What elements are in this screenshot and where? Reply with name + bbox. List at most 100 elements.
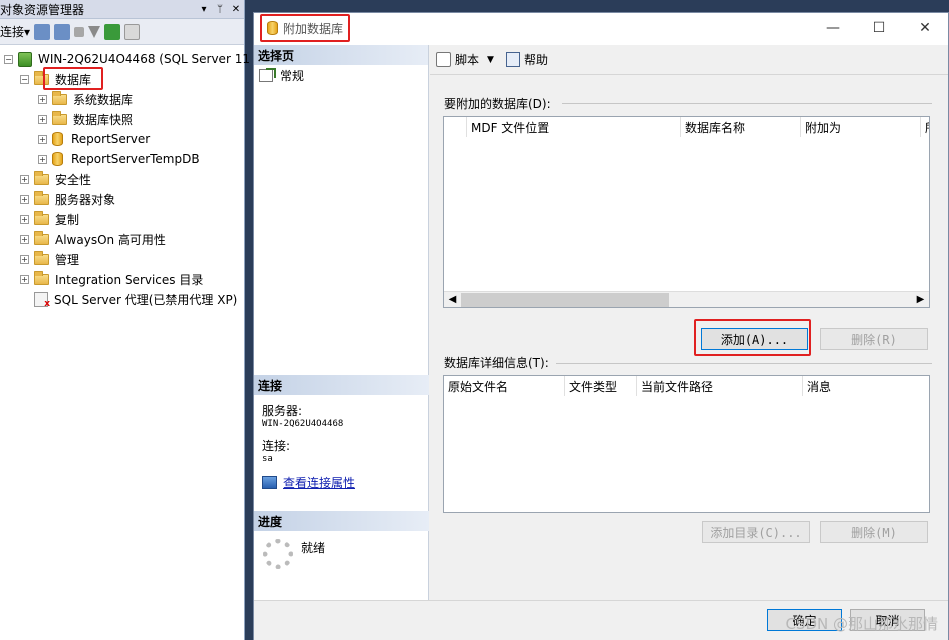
close-button[interactable]: ✕	[902, 13, 948, 43]
connection-header: 连接	[254, 375, 429, 395]
folder-icon	[34, 170, 49, 185]
pin-icon[interactable]: ▾	[196, 4, 212, 15]
remove-detail-button[interactable]: 删除(M)	[820, 521, 928, 543]
object-explorer-titlebar: 对象资源管理器 ▾ ᛘ ✕	[0, 0, 244, 19]
page-item-general[interactable]: 常规	[254, 65, 428, 85]
column-header[interactable]: MDF 文件位置	[466, 117, 680, 137]
help-button[interactable]: 帮助	[505, 51, 548, 68]
maximize-button[interactable]: ☐	[856, 13, 902, 43]
attach-databases-grid[interactable]: MDF 文件位置 数据库名称 附加为 所 ◀ ▶	[443, 116, 930, 308]
server-value: WIN-2Q62U4O4468	[262, 419, 344, 429]
group-separator	[556, 363, 932, 364]
horizontal-scrollbar[interactable]: ◀ ▶	[444, 291, 929, 307]
database-icon	[52, 152, 63, 166]
help-icon	[505, 52, 520, 67]
script-dropdown-icon[interactable]: ▼	[487, 55, 494, 65]
tree-node-label: ReportServer	[71, 132, 151, 146]
tree-node-server-objects[interactable]: + 服务器对象	[0, 189, 244, 209]
tree-node-system-databases[interactable]: + 系统数据库	[0, 89, 244, 109]
progress-spinner-icon	[263, 539, 293, 569]
link-label: 查看连接属性	[283, 476, 356, 490]
column-header[interactable]: 当前文件路径	[636, 376, 802, 396]
expand-icon[interactable]: +	[20, 194, 29, 204]
disconnect-icon[interactable]	[54, 23, 71, 40]
scroll-left-icon[interactable]: ◀	[444, 294, 461, 305]
database-icon	[52, 132, 63, 146]
folder-icon	[52, 90, 67, 105]
expand-icon[interactable]: +	[20, 174, 29, 184]
dialog-title: 附加数据库	[283, 21, 344, 36]
progress-header: 进度	[254, 511, 429, 531]
script-icon	[436, 52, 451, 67]
attach-database-dialog: 附加数据库 — ☐ ✕ 选择页 常规 连接 服务器: WIN-2Q62U4O44…	[253, 12, 949, 640]
tree-node-databases[interactable]: − 数据库	[0, 67, 244, 90]
tree-node-integration-services[interactable]: + Integration Services 目录	[0, 269, 244, 289]
expand-icon[interactable]: +	[20, 254, 29, 264]
tree-node-label: 安全性	[55, 172, 92, 187]
tree-node-sql-agent[interactable]: SQL Server 代理(已禁用代理 XP)	[0, 289, 244, 309]
expand-icon[interactable]: +	[20, 234, 29, 244]
tree-node-alwayson[interactable]: + AlwaysOn 高可用性	[0, 229, 244, 249]
script-button[interactable]: 脚本	[436, 51, 479, 68]
grid-header: MDF 文件位置 数据库名称 附加为 所	[444, 117, 929, 137]
folder-icon	[34, 210, 49, 225]
connection-value: sa	[262, 454, 273, 464]
folder-icon	[34, 230, 49, 245]
close-icon[interactable]: ✕	[228, 4, 244, 15]
progress-section: 进度 就绪	[254, 511, 429, 577]
remove-button[interactable]: 删除(R)	[820, 328, 928, 350]
script-label: 脚本	[455, 53, 480, 67]
dialog-left-pane: 选择页 常规 连接 服务器: WIN-2Q62U4O4468 连接: sa 查看…	[254, 45, 429, 600]
stop-icon[interactable]	[74, 26, 85, 37]
auto-hide-icon[interactable]: ᛘ	[212, 4, 228, 15]
expand-icon[interactable]: +	[38, 114, 47, 124]
dialog-footer: 确定 取消 CSDN @那山那水那情	[254, 600, 948, 640]
connect-button[interactable]: 连接▾	[0, 23, 30, 40]
dialog-right-pane: 脚本 ▼ 帮助 要附加的数据库(D): MDF 文件位置 数据库名称 附加为 所…	[430, 45, 948, 600]
scroll-right-icon[interactable]: ▶	[912, 294, 929, 305]
collapse-icon[interactable]: −	[4, 54, 13, 64]
view-connection-properties-link[interactable]: 查看连接属性	[262, 474, 421, 491]
select-page-header: 选择页	[254, 45, 428, 65]
dialog-titlebar: 附加数据库 — ☐ ✕	[254, 13, 948, 45]
connect-object-icon[interactable]	[34, 23, 51, 40]
filter-icon[interactable]	[88, 25, 101, 38]
tree-node-label: 数据库快照	[73, 112, 134, 127]
add-catalog-button[interactable]: 添加目录(C)...	[702, 521, 810, 543]
tree-node-management[interactable]: + 管理	[0, 249, 244, 269]
database-details-grid[interactable]: 原始文件名 文件类型 当前文件路径 消息	[443, 375, 930, 513]
minimize-button[interactable]: —	[810, 13, 856, 43]
column-header[interactable]: 文件类型	[564, 376, 636, 396]
tree-node-server[interactable]: − WIN-2Q62U4O4468 (SQL Server 11	[0, 49, 250, 69]
expand-icon[interactable]: +	[38, 134, 47, 144]
tree-node-label: 管理	[55, 252, 80, 267]
refresh-icon[interactable]	[104, 23, 121, 40]
progress-status: 就绪	[301, 541, 326, 555]
tree-node-snapshots[interactable]: + 数据库快照	[0, 109, 244, 129]
tree-node-reportservertempdb[interactable]: + ReportServerTempDB	[0, 149, 244, 169]
column-header[interactable]: 所	[920, 117, 929, 137]
details-group-label: 数据库详细信息(T):	[444, 356, 549, 370]
tree-node-replication[interactable]: + 复制	[0, 209, 244, 229]
expand-icon[interactable]: +	[38, 94, 47, 104]
expand-icon[interactable]: +	[38, 154, 47, 164]
column-header[interactable]: 附加为	[800, 117, 920, 137]
tree-node-label: 系统数据库	[73, 92, 134, 107]
tree-node-security[interactable]: + 安全性	[0, 169, 244, 189]
collapse-icon[interactable]: −	[20, 74, 29, 84]
server-label: 服务器:	[262, 404, 303, 418]
expand-icon[interactable]: +	[20, 274, 29, 284]
expand-icon[interactable]: +	[20, 214, 29, 224]
help-label: 帮助	[523, 53, 548, 67]
summary-icon[interactable]	[124, 23, 141, 40]
scroll-thumb[interactable]	[461, 292, 669, 307]
databases-label: 数据库	[55, 72, 92, 87]
column-header[interactable]: 数据库名称	[680, 117, 800, 137]
column-header[interactable]: 原始文件名	[444, 376, 564, 396]
connection-label: 连接:	[262, 439, 291, 453]
column-header[interactable]: 消息	[802, 376, 929, 396]
tree-node-reportserver[interactable]: + ReportServer	[0, 129, 244, 149]
add-button[interactable]: 添加(A)...	[701, 328, 808, 350]
page-icon	[259, 68, 273, 82]
tree-node-label: Integration Services 目录	[55, 272, 204, 287]
